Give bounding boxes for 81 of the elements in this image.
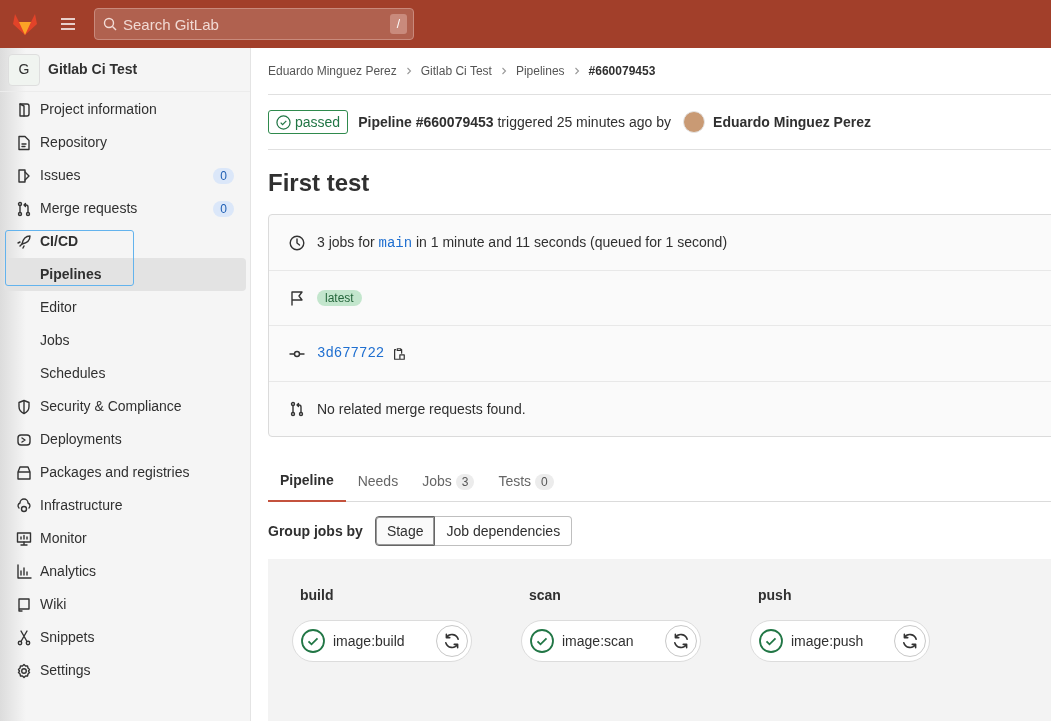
sidebar-item[interactable]: Deployments [4,423,246,456]
duration-text: 3 jobs for main in 1 minute and 11 seconds (queued for 1 second) [317,232,728,253]
scissors-icon [16,629,32,646]
merge-request-icon [289,401,305,417]
menu-icon[interactable] [60,17,76,31]
group-jobs-label: Group jobs by [268,521,363,541]
settings-icon [16,662,32,679]
group-option-button[interactable]: Job dependencies [435,516,573,546]
sidebar-item[interactable]: Repository [4,126,246,159]
tab[interactable]: Tests 0 [486,461,566,502]
chevron-icon [572,67,581,75]
sidebar-item[interactable]: Infrastructure [4,489,246,522]
breadcrumb-link[interactable]: #660079453 [588,62,656,80]
tab[interactable]: Pipeline [268,461,346,502]
sidebar-item[interactable]: Monitor [4,522,246,555]
check-circle-icon [759,629,783,653]
check-circle-icon [276,114,291,130]
sidebar-item[interactable]: Project information [4,93,246,126]
wiki-book-icon [16,596,32,613]
count-badge: 0 [213,200,234,217]
rocket-icon [16,233,32,250]
cloud-gear-icon [16,497,32,514]
job-pill[interactable]: image:scan [521,620,701,662]
pipeline-summary: Pipeline #660079453 triggered 25 minutes ago by [358,112,672,132]
bar-chart-icon [16,563,32,580]
project-name[interactable]: Gitlab Ci Test [48,59,138,80]
sidebar-item[interactable]: Schedules [4,357,246,390]
merge-request-icon [16,200,32,217]
deployments-icon [16,431,32,448]
sidebar-item[interactable]: Settings [4,654,246,687]
flag-icon [289,290,305,306]
count-badge: 3 [455,473,475,490]
sidebar-item[interactable]: Merge requests 0 [4,192,246,225]
retry-icon [901,632,919,650]
monitor-icon [16,530,32,547]
stage-name: scan [528,586,562,603]
count-badge: 0 [535,473,554,490]
pipeline-title: First test [268,168,371,198]
project-avatar[interactable]: G [8,53,40,86]
book-icon [16,101,32,118]
stage-name: push [757,586,793,603]
copy-icon[interactable] [392,346,407,361]
sidebar-item[interactable]: Snippets [4,621,246,654]
sidebar-item[interactable]: CI/CD [4,225,246,258]
logo-icon[interactable] [12,12,38,36]
issues-icon [16,167,32,184]
branch-link[interactable]: main [378,234,413,251]
search-icon [103,17,117,31]
commit-link[interactable]: 3d677722 [317,343,385,364]
count-badge: 0 [213,167,234,184]
check-circle-icon [301,629,325,653]
user-link[interactable]: Eduardo Minguez Perez [713,111,871,133]
status-badge: passed [268,110,349,134]
job-pill[interactable]: image:build [292,620,472,662]
clock-icon [289,234,305,251]
breadcrumb-link[interactable]: Gitlab Ci Test [420,62,492,80]
merge-requests-text: No related merge requests found. [317,399,526,419]
chevron-icon [404,67,413,75]
breadcrumb-link[interactable]: Pipelines [515,62,565,80]
package-icon [16,464,32,481]
user-avatar [683,111,706,133]
sidebar-item[interactable]: Packages and registries [4,456,246,489]
sidebar-item[interactable]: Wiki [4,588,246,621]
retry-icon [443,632,461,650]
check-circle-icon [530,629,554,653]
sidebar-item[interactable]: Security & Compliance [4,390,246,423]
sidebar-item[interactable]: Editor [4,291,246,324]
stage-name: build [299,586,335,603]
sidebar-item[interactable]: Jobs [4,324,246,357]
sidebar-item[interactable]: Issues 0 [4,159,246,192]
shield-icon [16,398,32,415]
retry-icon [672,632,690,650]
breadcrumb-link[interactable]: Eduardo Minguez Perez [268,62,397,80]
latest-badge: latest [317,290,362,306]
job-pill[interactable]: image:push [750,620,930,662]
tab[interactable]: Jobs 3 [410,461,487,502]
tab[interactable]: Needs [345,461,411,502]
chevron-icon [499,67,508,75]
sidebar-item[interactable]: Analytics [4,555,246,588]
document-icon [16,134,32,151]
group-option-button[interactable]: Stage [374,516,436,546]
